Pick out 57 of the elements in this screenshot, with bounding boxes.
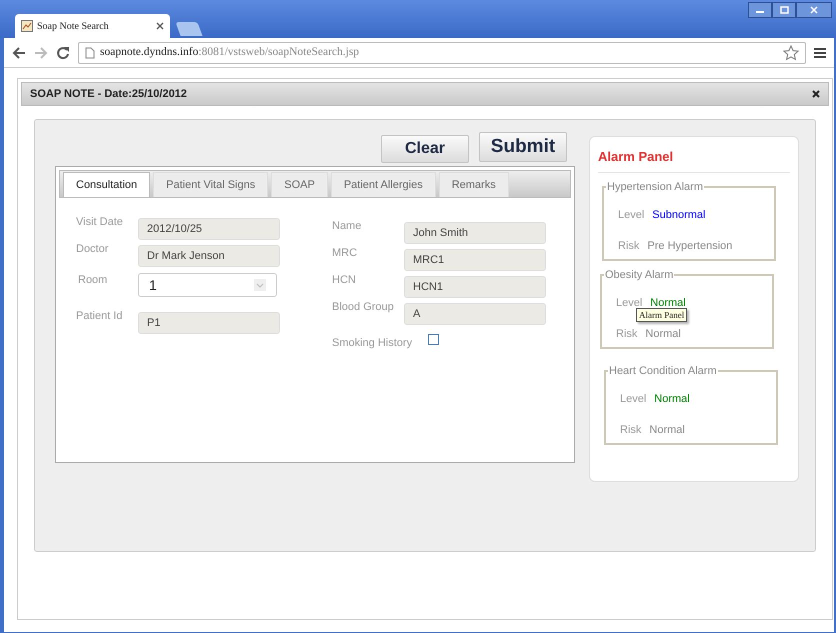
tab[interactable]: Consultation — [63, 172, 150, 197]
text-field[interactable]: P1 — [138, 312, 280, 334]
tab[interactable]: Patient Vital Signs — [153, 172, 268, 197]
app-logo-icon — [21, 20, 33, 32]
text-field[interactable]: Dr Mark Jenson — [138, 245, 280, 267]
risk-label: Risk — [618, 238, 640, 254]
text-field[interactable]: John Smith — [404, 222, 546, 244]
alarm-title: Obesity Alarm — [605, 268, 674, 280]
maximize-icon[interactable] — [772, 2, 796, 18]
reload-icon[interactable] — [56, 46, 70, 60]
risk-value: Pre Hypertension — [647, 238, 732, 254]
alarm-title: Hypertension Alarm — [607, 180, 703, 192]
risk-value: Normal — [645, 326, 681, 342]
menu-icon[interactable] — [814, 46, 826, 58]
field-label: Doctor — [76, 242, 110, 257]
star-icon[interactable] — [783, 44, 799, 60]
minimize-icon[interactable] — [748, 2, 772, 18]
level-label: Level — [618, 208, 644, 223]
level-value: Normal — [654, 392, 690, 407]
tooltip: Alarm Panel — [636, 308, 688, 322]
action-button[interactable]: Submit — [479, 132, 567, 162]
text-field[interactable]: MRC1 — [404, 249, 546, 271]
checkbox[interactable] — [428, 334, 439, 344]
risk-label: Risk — [620, 422, 642, 438]
text-field[interactable]: HCN1 — [404, 276, 546, 298]
level-value: Normal — [650, 296, 686, 311]
field-label: Name — [332, 219, 362, 234]
new-tab-button[interactable] — [175, 22, 203, 36]
field-label: Visit Date — [76, 215, 124, 230]
tab[interactable]: Patient Allergies — [330, 172, 436, 197]
level-label: Level — [616, 296, 642, 311]
tab[interactable]: SOAP — [271, 172, 328, 197]
risk-label: Risk — [616, 326, 638, 342]
level-value: Subnormal — [652, 208, 706, 223]
text-field[interactable]: A — [404, 303, 546, 325]
close-icon[interactable] — [812, 90, 820, 98]
address-bar[interactable]: soapnote.dyndns.info:8081/vstsweb/soapNoteSearch.jsp — [78, 42, 806, 64]
field-label: Patient Id — [76, 309, 124, 324]
close-icon[interactable] — [156, 22, 164, 30]
browser-tab[interactable]: Soap Note Search — [15, 14, 170, 38]
risk-value: Normal — [649, 422, 685, 438]
field-label: Room — [77, 273, 108, 288]
alarm-panel-title: Alarm Panel — [598, 147, 790, 172]
room-select[interactable]: 1 — [138, 273, 277, 297]
back-icon[interactable] — [12, 46, 26, 58]
close-window-icon[interactable] — [796, 2, 832, 18]
field-label: MRC — [332, 246, 358, 261]
field-label: Smoking History — [332, 336, 414, 351]
alarm-title: Heart Condition Alarm — [609, 364, 717, 376]
tab[interactable]: Remarks — [438, 172, 509, 197]
field-label: HCN — [332, 273, 357, 288]
page-icon — [85, 46, 95, 58]
field-label: Blood Group — [332, 300, 395, 315]
action-button[interactable]: Clear — [381, 135, 469, 163]
text-field[interactable]: 2012/10/25 — [138, 218, 280, 240]
dialog-title: SOAP NOTE - Date:25/10/2012 — [30, 86, 187, 102]
level-label: Level — [620, 392, 646, 407]
